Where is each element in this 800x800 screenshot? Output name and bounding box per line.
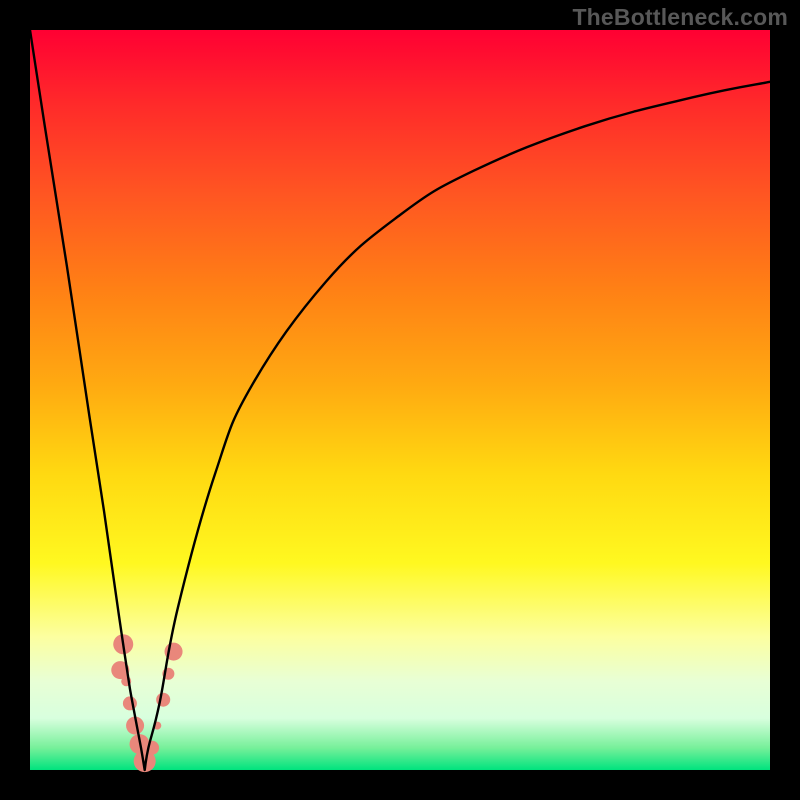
plot-area bbox=[30, 30, 770, 770]
bottleneck-curve bbox=[30, 30, 770, 770]
attribution-watermark: TheBottleneck.com bbox=[572, 4, 788, 31]
data-point-marker bbox=[123, 696, 137, 710]
chart-frame: TheBottleneck.com bbox=[0, 0, 800, 800]
curve-layer bbox=[30, 30, 770, 770]
